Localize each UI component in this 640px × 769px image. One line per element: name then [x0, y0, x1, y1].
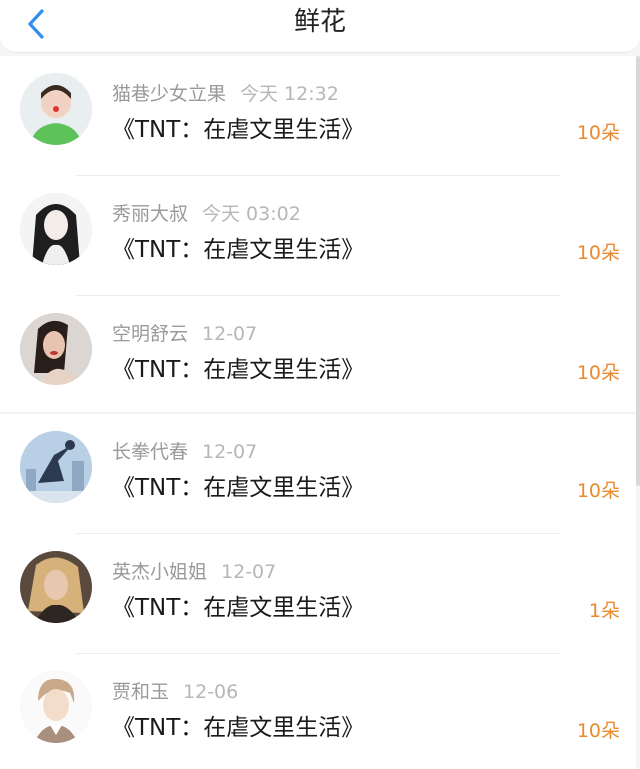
- flower-list: 猫巷少女立果 今天 12:32 《TNT：在虐文里生活》 10朵 秀丽大叔 今天 0…: [0, 56, 636, 769]
- scrollbar[interactable]: [636, 56, 640, 486]
- top-bar: 鲜花: [0, 0, 640, 53]
- flower-count: 10朵: [576, 480, 620, 502]
- sender-meta: 贾和玉 12-06: [112, 680, 238, 704]
- sender-meta: 秀丽大叔 今天 03:02: [112, 202, 301, 226]
- flower-count: 10朵: [576, 362, 620, 384]
- flower-count: 10朵: [576, 122, 620, 144]
- sender-name: 秀丽大叔: [112, 203, 189, 225]
- book-title: 《TNT：在虐文里生活》: [112, 715, 365, 741]
- book-title: 《TNT：在虐文里生活》: [112, 117, 365, 143]
- sender-meta: 空明舒云 12-07: [112, 322, 257, 346]
- avatar[interactable]: [20, 671, 92, 743]
- list-item[interactable]: 猫巷少女立果 今天 12:32 《TNT：在虐文里生活》 10朵: [0, 56, 636, 176]
- timestamp: 12-07: [202, 323, 258, 345]
- avatar[interactable]: [20, 73, 92, 145]
- page-title: 鲜花: [293, 7, 346, 37]
- timestamp: 12-07: [221, 561, 277, 583]
- sender-name: 长拳代春: [112, 441, 189, 463]
- book-title: 《TNT：在虐文里生活》: [112, 237, 365, 263]
- flower-count: 1朵: [588, 600, 620, 622]
- book-title: 《TNT：在虐文里生活》: [112, 357, 365, 383]
- list-item[interactable]: 长拳代春 12-07 《TNT：在虐文里生活》 10朵: [0, 414, 636, 534]
- book-title: 《TNT：在虐文里生活》: [112, 595, 365, 621]
- sender-name: 贾和玉: [112, 681, 170, 703]
- flower-count: 10朵: [576, 242, 620, 264]
- sender-name: 英杰小姐姐: [112, 561, 208, 583]
- list-item[interactable]: 秀丽大叔 今天 03:02 《TNT：在虐文里生活》 10朵: [0, 176, 636, 296]
- list-item[interactable]: 贾和玉 12-06 《TNT：在虐文里生活》 10朵: [0, 654, 636, 769]
- avatar[interactable]: [20, 193, 92, 265]
- flower-count: 10朵: [576, 720, 620, 742]
- list-item[interactable]: 空明舒云 12-07 《TNT：在虐文里生活》 10朵: [0, 296, 636, 416]
- avatar[interactable]: [20, 431, 92, 503]
- avatar[interactable]: [20, 313, 92, 385]
- timestamp: 今天 12:32: [240, 83, 339, 105]
- book-title: 《TNT：在虐文里生活》: [112, 475, 365, 501]
- sender-name: 空明舒云: [112, 323, 189, 345]
- avatar[interactable]: [20, 551, 92, 623]
- sender-meta: 长拳代春 12-07: [112, 440, 257, 464]
- sender-meta: 猫巷少女立果 今天 12:32: [112, 82, 339, 106]
- timestamp: 12-07: [202, 441, 258, 463]
- sender-meta: 英杰小姐姐 12-07: [112, 560, 276, 584]
- list-item[interactable]: 英杰小姐姐 12-07 《TNT：在虐文里生活》 1朵: [0, 534, 636, 654]
- timestamp: 12-06: [183, 681, 239, 703]
- timestamp: 今天 03:02: [202, 203, 301, 225]
- sender-name: 猫巷少女立果: [112, 83, 227, 105]
